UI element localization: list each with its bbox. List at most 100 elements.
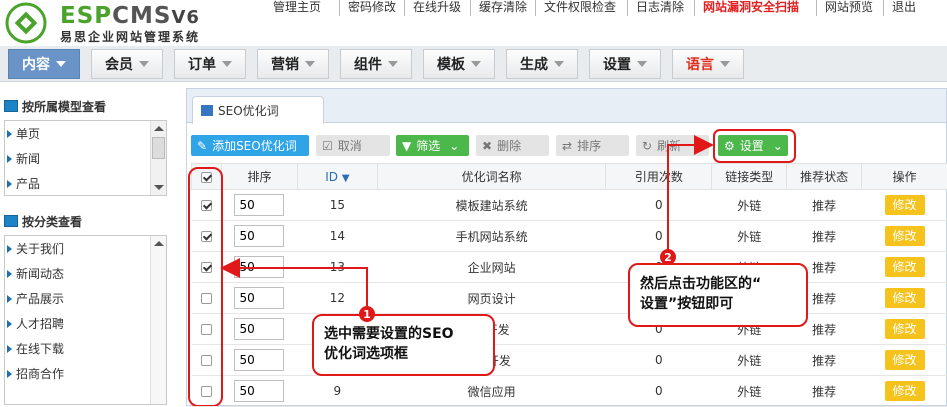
nav-tab-marketing[interactable]: 营销	[257, 49, 329, 79]
sort-button[interactable]: ⇄排序	[556, 135, 629, 156]
edit-button[interactable]: 修改	[885, 226, 925, 246]
sidebar-item-news[interactable]: 新闻	[5, 146, 166, 171]
top-link-permission[interactable]: 文件权限检查	[535, 0, 627, 16]
recommend-status: 推荐	[812, 354, 836, 368]
id-cell: 13	[297, 252, 377, 283]
name-cell: 微信应用	[377, 376, 606, 407]
select-all-checkbox[interactable]	[201, 172, 212, 183]
recommend-cell: 推荐	[787, 376, 862, 407]
top-link-logout[interactable]: 退出	[883, 0, 923, 16]
row-checkbox[interactable]	[201, 355, 212, 366]
sidebar-item-products[interactable]: 产品展示	[5, 286, 166, 311]
chevron-down-icon: ⌄	[449, 139, 459, 153]
sort-order-input[interactable]	[234, 287, 284, 309]
top-links: 管理主页 密码修改 在线升级 缓存清除 文件权限检查 日志清除 网站漏洞安全扫描…	[273, 0, 923, 16]
sort-order-input[interactable]	[234, 256, 284, 278]
sidebar-scrollbar[interactable]	[150, 236, 166, 404]
edit-button[interactable]: 修改	[885, 195, 925, 215]
edit-button[interactable]: 修改	[885, 319, 925, 339]
top-link-preview[interactable]: 网站预览	[816, 0, 883, 16]
main-panel: SEO优化词 ✎添加SEO优化词 ☑取消 ▼筛选⌄ ✖删除 ⇄排序 ↻刷新 ⚙设…	[186, 88, 947, 406]
settings-button[interactable]: ⚙设置⌄	[718, 135, 788, 156]
top-link-upgrade[interactable]: 在线升级	[404, 0, 470, 16]
edit-button[interactable]: 修改	[885, 288, 925, 308]
edit-button[interactable]: 修改	[885, 257, 925, 277]
row-checkbox[interactable]	[201, 200, 212, 211]
row-checkbox[interactable]	[201, 324, 212, 335]
edit-button[interactable]: 修改	[885, 381, 925, 401]
sort-order-input[interactable]	[234, 194, 284, 216]
tab-strip: SEO优化词	[187, 89, 946, 123]
chevron-down-icon	[56, 61, 66, 67]
sidebar-scrollbar[interactable]	[150, 121, 166, 195]
row-checkbox[interactable]	[201, 386, 212, 397]
nav-tab-language[interactable]: 语言	[672, 49, 744, 79]
sort-cell	[221, 252, 297, 283]
row-checkbox-cell	[192, 252, 222, 283]
add-seo-keyword-button[interactable]: ✎添加SEO优化词	[191, 135, 309, 156]
top-link-security-scan[interactable]: 网站漏洞安全扫描	[694, 0, 816, 16]
header-link-type: 链接类型	[712, 164, 787, 190]
refs-cell: 0	[606, 190, 712, 221]
chevron-down-icon	[222, 61, 232, 67]
sort-order-input[interactable]	[234, 318, 284, 340]
top-link-cache[interactable]: 缓存清除	[470, 0, 535, 16]
sidebar-item-downloads[interactable]: 在线下载	[5, 336, 166, 361]
keyword-name: 模板建站系统	[456, 199, 528, 213]
sort-order-input[interactable]	[234, 349, 284, 371]
callout-step-1: 选中需要设置的SEO 优化词选项框	[312, 314, 495, 376]
header-sort[interactable]: 排序	[221, 164, 297, 190]
table-row: 14手机网站系统0外链推荐修改	[192, 221, 947, 252]
filter-button[interactable]: ▼筛选⌄	[396, 135, 469, 156]
edit-button[interactable]: 修改	[885, 350, 925, 370]
refs-cell: 0	[606, 345, 712, 376]
recommend-status: 推荐	[812, 261, 836, 275]
action-cell: 修改	[862, 376, 947, 407]
keyword-name: 手机网站系统	[456, 230, 528, 244]
sidebar-item-partners[interactable]: 招商合作	[5, 361, 166, 386]
sidebar-item-page[interactable]: 单页	[5, 121, 166, 146]
chevron-down-icon	[637, 61, 647, 67]
triangle-right-icon	[7, 180, 12, 188]
row-checkbox[interactable]	[201, 231, 212, 242]
row-checkbox[interactable]	[201, 293, 212, 304]
sidebar-item-jobs[interactable]: 人才招聘	[5, 311, 166, 336]
chevron-down-icon	[554, 61, 564, 67]
header-id[interactable]: ID ▼	[297, 164, 377, 190]
refresh-button[interactable]: ↻刷新	[636, 135, 709, 156]
nav-tab-generate[interactable]: 生成	[506, 49, 578, 79]
nav-tab-template[interactable]: 模板	[423, 49, 495, 79]
sidebar-item-news-updates[interactable]: 新闻动态	[5, 261, 166, 286]
link-type: 外链	[737, 385, 761, 399]
sidebar-item-product[interactable]: 产品	[5, 171, 166, 196]
cancel-button[interactable]: ☑取消	[316, 135, 390, 156]
delete-button[interactable]: ✖删除	[476, 135, 549, 156]
nav-tab-component[interactable]: 组件	[340, 49, 412, 79]
top-link-log[interactable]: 日志清除	[627, 0, 694, 16]
nav-tab-member[interactable]: 会员	[91, 49, 163, 79]
top-link-home[interactable]: 管理主页	[273, 0, 339, 16]
sort-order-input[interactable]	[234, 225, 284, 247]
triangle-right-icon	[7, 370, 12, 378]
sort-desc-icon: ▼	[342, 173, 350, 184]
sidebar-category-heading: 按分类查看	[0, 210, 178, 232]
row-id: 9	[334, 384, 342, 398]
triangle-right-icon	[7, 155, 12, 163]
sort-order-input[interactable]	[234, 380, 284, 402]
arrow-up-icon	[154, 126, 164, 131]
action-cell: 修改	[862, 283, 947, 314]
tab-seo-keywords[interactable]: SEO优化词	[192, 96, 324, 124]
top-link-password[interactable]: 密码修改	[339, 0, 404, 16]
refresh-icon: ↻	[642, 139, 652, 153]
sort-cell	[221, 190, 297, 221]
sort-cell	[221, 221, 297, 252]
nav-tab-order[interactable]: 订单	[174, 49, 246, 79]
triangle-right-icon	[7, 130, 12, 138]
keyword-name: 网页设计	[468, 292, 516, 306]
sidebar-item-about[interactable]: 关于我们	[5, 236, 166, 261]
nav-tab-content[interactable]: 内容	[8, 49, 80, 79]
callout-step-2: 然后点击功能区的“ 设置”按钮即可	[628, 263, 808, 327]
nav-tab-settings[interactable]: 设置	[589, 49, 661, 79]
row-checkbox[interactable]	[201, 262, 212, 273]
callout-step-1-line2: 优化词选项框	[324, 344, 493, 364]
